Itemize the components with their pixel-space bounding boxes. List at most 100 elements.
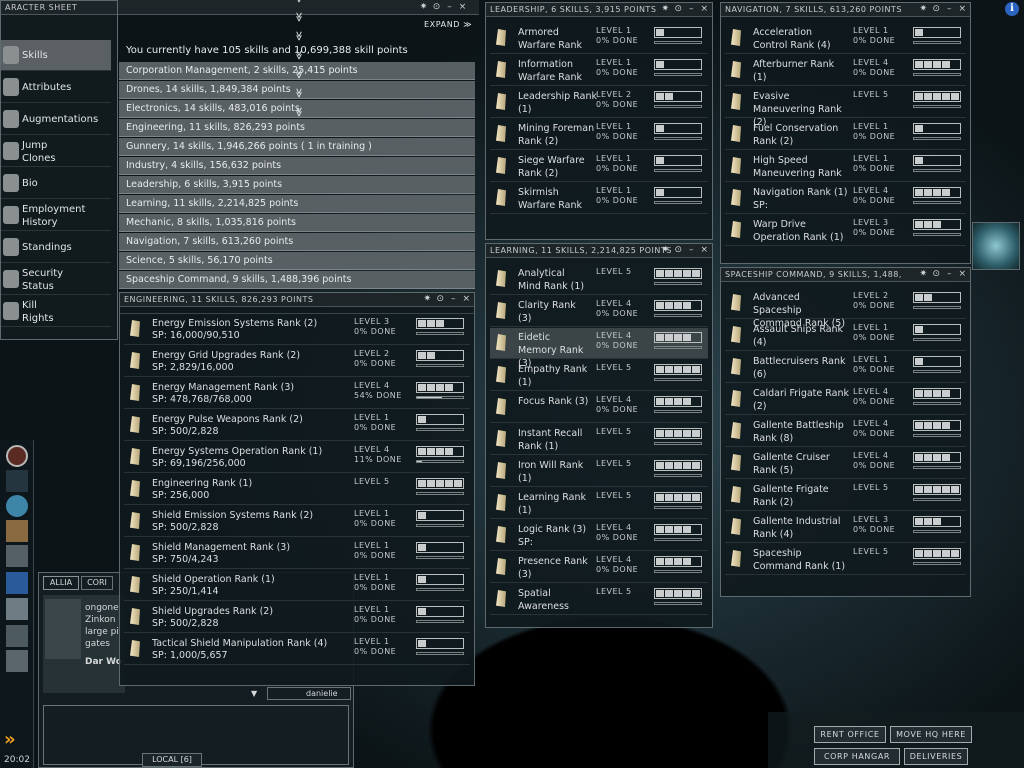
chat-channel-dropdown[interactable]: danielie (267, 687, 351, 700)
skill-row[interactable]: Presence Rank (3) LEVEL 4 0% DONE (490, 552, 708, 583)
neocom-icon-4[interactable] (6, 520, 28, 542)
skill-row[interactable]: Gallente Cruiser Rank (5) LEVEL 4 0% DONE (725, 448, 966, 479)
minimize-icon[interactable]: – (444, 2, 455, 13)
neocom-icon-8[interactable] (6, 625, 28, 647)
skill-row[interactable]: Spaceship Command Rank (1) LEVEL 5 (725, 544, 966, 575)
skill-row[interactable]: Navigation Rank (1) SP: LEVEL 4 0% DONE (725, 183, 966, 214)
skill-row[interactable]: Clarity Rank (3) LEVEL 4 0% DONE (490, 296, 708, 327)
skill-row[interactable]: Assault Ships Rank (4) LEVEL 1 0% DONE (725, 320, 966, 351)
chat-user-name[interactable]: Dar Wo (85, 657, 122, 667)
info-icon[interactable]: i (1005, 2, 1019, 16)
sidebar-item-standings[interactable]: Standings (1, 232, 111, 263)
settings-icon[interactable]: ⊙ (931, 4, 942, 15)
pin-icon[interactable]: ✷ (660, 245, 671, 256)
settings-icon[interactable]: ⊙ (431, 2, 442, 13)
skill-row[interactable]: Caldari Frigate Rank (2) LEVEL 4 0% DONE (725, 384, 966, 415)
pin-icon[interactable]: ✷ (918, 4, 929, 15)
close-icon[interactable]: × (457, 2, 468, 13)
neocom-expand-icon[interactable]: » (4, 730, 32, 750)
skill-row[interactable]: Energy Grid Upgrades Rank (2) SP: 2,829/1… (124, 346, 470, 377)
pin-icon[interactable]: ✷ (422, 294, 433, 305)
skill-row[interactable]: Tactical Shield Manipulation Rank (4) SP:… (124, 634, 470, 665)
skill-row[interactable]: Leadership Rank (1) LEVEL 2 0% DONE (490, 87, 708, 118)
move-hq-here-button[interactable]: MOVE HQ HERE (890, 726, 972, 743)
settings-icon[interactable]: ⊙ (673, 4, 684, 15)
deliveries-button[interactable]: DELIVERIES (904, 748, 968, 765)
skill-row[interactable]: Battlecruisers Rank (6) LEVEL 1 0% DONE (725, 352, 966, 383)
skill-row[interactable]: Energy Systems Operation Rank (1) SP: 69,… (124, 442, 470, 473)
minimize-icon[interactable]: – (944, 269, 955, 280)
skill-group-row[interactable]: Spaceship Command, 9 skills, 1,488,396 p… (119, 107, 475, 289)
sidebar-item-kill[interactable]: Kill Rights (1, 296, 111, 327)
skill-row[interactable]: Armored Warfare Rank LEVEL 1 0% DONE (490, 23, 708, 54)
skill-row[interactable]: Shield Emission Systems Rank (2) SP: 500/… (124, 506, 470, 537)
minimize-icon[interactable]: – (944, 4, 955, 15)
close-icon[interactable]: × (699, 4, 710, 15)
skill-row[interactable]: High Speed Maneuvering Rank LEVEL 1 0% DON… (725, 151, 966, 182)
skill-row[interactable]: Shield Management Rank (3) SP: 750/4,243 L… (124, 538, 470, 569)
skill-row[interactable]: Fuel Conservation Rank (2) LEVEL 1 0% DONE (725, 119, 966, 150)
chat-tab-corp[interactable]: CORI (81, 576, 113, 590)
expand-button[interactable]: EXPAND ≫ (424, 20, 472, 29)
pin-icon[interactable]: ✷ (918, 269, 929, 280)
skill-row[interactable]: Mining Foreman Rank (2) LEVEL 1 0% DONE (490, 119, 708, 150)
sidebar-item-augmentations[interactable]: Augmentations (1, 104, 111, 135)
close-icon[interactable]: × (699, 245, 710, 256)
neocom-icon-1[interactable] (6, 445, 28, 467)
sidebar-item-bio[interactable]: Bio (1, 168, 111, 199)
chat-tab-alliance[interactable]: ALLIA (43, 576, 79, 590)
skill-row[interactable]: Iron Will Rank (1) LEVEL 5 (490, 456, 708, 487)
neocom-icon-6[interactable] (6, 572, 28, 594)
skill-row[interactable]: Gallente Frigate Rank (2) LEVEL 5 (725, 480, 966, 511)
neocom-icon-5[interactable] (6, 545, 28, 567)
neocom-icon-7[interactable] (6, 598, 28, 620)
sidebar-item-attributes[interactable]: Attributes (1, 72, 111, 103)
neocom-icon-2[interactable] (6, 470, 28, 492)
local-channel-tab[interactable]: LOCAL [6] (142, 753, 202, 767)
neocom-icon-9[interactable] (6, 650, 28, 672)
skill-row[interactable]: Siege Warfare Rank (2) LEVEL 1 0% DONE (490, 151, 708, 182)
skill-row[interactable]: Shield Upgrades Rank (2) SP: 500/2,828 LEV… (124, 602, 470, 633)
skill-row[interactable]: Acceleration Control Rank (4) LEVEL 1 0% D… (725, 23, 966, 54)
rent-office-button[interactable]: RENT OFFICE (814, 726, 886, 743)
pin-icon[interactable]: ✷ (418, 2, 429, 13)
skill-row[interactable]: Spatial Awareness LEVEL 5 (490, 584, 708, 615)
skill-row[interactable]: Energy Management Rank (3) SP: 478,768/76… (124, 378, 470, 409)
skill-row[interactable]: Skirmish Warfare Rank LEVEL 1 0% DONE (490, 183, 708, 214)
skill-row[interactable]: Shield Operation Rank (1) SP: 250/1,414 LE… (124, 570, 470, 601)
corp-hangar-button[interactable]: CORP HANGAR (814, 748, 900, 765)
skill-row[interactable]: Empathy Rank (1) LEVEL 5 (490, 360, 708, 391)
skill-row[interactable]: Gallente Battleship Rank (8) LEVEL 4 0% DO… (725, 416, 966, 447)
skill-row[interactable]: Warp Drive Operation Rank (1) LEVEL 3 0% D… (725, 215, 966, 246)
skill-row[interactable]: Gallente Industrial Rank (4) LEVEL 3 0% DO… (725, 512, 966, 543)
skill-row[interactable]: Information Warfare Rank LEVEL 1 0% DONE (490, 55, 708, 86)
minimize-icon[interactable]: – (686, 245, 697, 256)
skill-row[interactable]: Analytical Mind Rank (1) LEVEL 5 (490, 264, 708, 295)
close-icon[interactable]: × (957, 4, 968, 15)
close-icon[interactable]: × (461, 294, 472, 305)
chat-scroll-arrow[interactable]: ▼ (251, 689, 257, 698)
skill-row[interactable]: Learning Rank (1) LEVEL 5 (490, 488, 708, 519)
skill-row[interactable]: Eidetic Memory Rank (3) LEVEL 4 0% DONE (490, 328, 708, 369)
settings-icon[interactable]: ⊙ (931, 269, 942, 280)
sidebar-item-employment[interactable]: Employment History (1, 200, 111, 231)
minimize-icon[interactable]: – (448, 294, 459, 305)
skill-row[interactable]: Energy Pulse Weapons Rank (2) SP: 500/2,8… (124, 410, 470, 441)
skill-row[interactable]: Energy Emission Systems Rank (2) SP: 16,0… (124, 314, 470, 345)
skill-row[interactable]: Engineering Rank (1) SP: 256,000 LEVEL 5 (124, 474, 470, 505)
close-icon[interactable]: × (957, 269, 968, 280)
skill-row[interactable]: Logic Rank (3) SP: LEVEL 4 0% DONE (490, 520, 708, 551)
neocom-icon-3[interactable] (6, 495, 28, 517)
sidebar-item-security[interactable]: Security Status (1, 264, 111, 295)
sidebar-item-jump[interactable]: Jump Clones (1, 136, 111, 167)
skill-row[interactable]: Evasive Maneuvering Rank (2) LEVEL 5 (725, 87, 966, 128)
pin-icon[interactable]: ✷ (660, 4, 671, 15)
skill-row[interactable]: Instant Recall Rank (1) LEVEL 5 (490, 424, 708, 455)
settings-icon[interactable]: ⊙ (435, 294, 446, 305)
skill-row[interactable]: Afterburner Rank (1) LEVEL 4 0% DONE (725, 55, 966, 86)
settings-icon[interactable]: ⊙ (673, 245, 684, 256)
minimize-icon[interactable]: – (686, 4, 697, 15)
skill-row[interactable]: Advanced Spaceship Command Rank (5) LEVEL… (725, 288, 966, 329)
skill-row[interactable]: Focus Rank (3) LEVEL 4 0% DONE (490, 392, 708, 423)
sidebar-item-skills[interactable]: Skills (1, 40, 111, 71)
